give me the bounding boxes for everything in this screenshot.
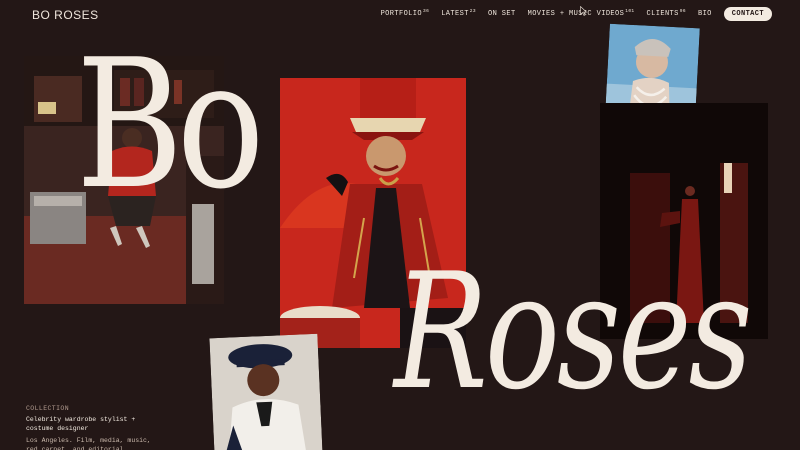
nav-item-clients[interactable]: CLIENTS 96 [646,9,686,18]
nav-label: LATEST [441,10,469,18]
main-nav: PORTFOLIO 36 LATEST 23 ON SET MOVIES + MUS… [381,7,772,21]
photo-studio-man[interactable] [24,56,224,304]
photo-beret-portrait[interactable] [209,333,323,450]
photo-red-uniform[interactable] [280,78,466,348]
caption-label: COLLECTION [26,405,70,412]
nav-item-bio[interactable]: BIO [698,10,712,18]
mouse-pointer-icon [580,6,588,16]
nav-count: 101 [625,9,635,14]
nav-label: CLIENTS [646,10,679,18]
caption-title: Celebrity wardrobe stylist + costume des… [26,415,136,432]
nav-label: MOVIES + MUSIC VIDEOS [527,10,625,18]
nav-item-portfolio[interactable]: PORTFOLIO 36 [380,9,430,18]
caption-description: Los Angeles. Film, media, music, red car… [26,437,151,450]
nav-label: ON SET [488,10,516,18]
nav-item-on-set[interactable]: ON SET [488,10,516,18]
nav-label: PORTFOLIO [380,10,422,18]
nav-count: 36 [422,9,430,14]
collection-caption: COLLECTION Celebrity wardrobe stylist + … [26,405,154,450]
nav-item-latest[interactable]: LATEST 23 [441,9,476,18]
contact-button[interactable]: CONTACT [723,7,772,21]
nav-label: BIO [697,10,712,18]
photo-red-dress-silhouette[interactable] [600,103,768,339]
site-logo[interactable]: BO ROSES [32,8,99,22]
nav-count: 96 [679,9,686,14]
nav-count: 23 [469,9,476,14]
